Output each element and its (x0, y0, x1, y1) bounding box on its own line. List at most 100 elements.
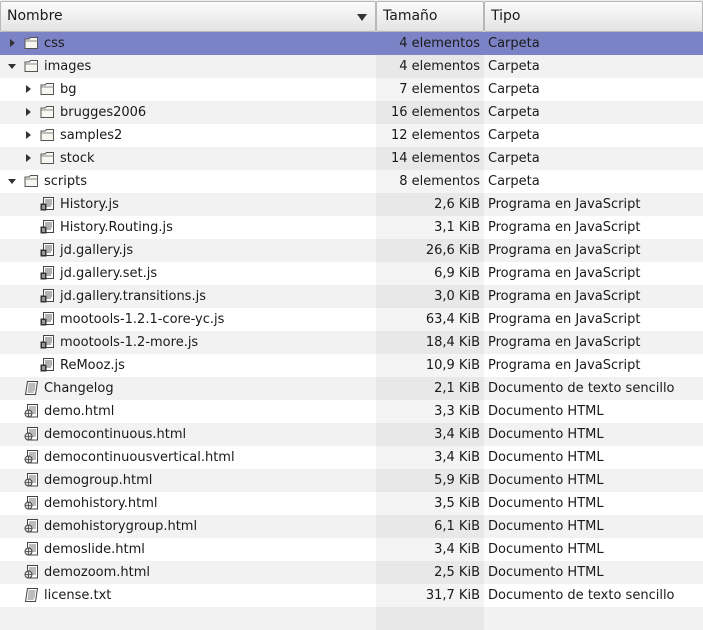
empty-row (0, 607, 703, 630)
file-size: 10,9 KiB (425, 358, 480, 373)
folder-row[interactable]: images 4 elementos Carpeta (0, 55, 703, 78)
folder-row[interactable]: css 4 elementos Carpeta (0, 32, 703, 55)
file-row[interactable]: license.txt 31,7 KiB Documento de texto se… (0, 584, 703, 607)
file-name: demozoom.html (44, 565, 151, 580)
file-name: History.Routing.js (60, 220, 173, 235)
folder-icon (40, 82, 55, 96)
column-header-name[interactable]: Nombre (0, 1, 376, 32)
size-cell: 3,0 KiB (376, 285, 484, 308)
name-cell: license.txt (0, 584, 376, 607)
file-name: css (44, 36, 65, 51)
file-name: mootools-1.2-more.js (60, 335, 199, 350)
expander-collapsed-icon[interactable] (26, 154, 31, 162)
folder-row[interactable]: brugges2006 16 elementos Carpeta (0, 101, 703, 124)
folder-row[interactable]: bg 7 elementos Carpeta (0, 78, 703, 101)
file-row[interactable]: jd.gallery.set.js 6,9 KiB Programa en Java… (0, 262, 703, 285)
expander-expanded-icon[interactable] (8, 64, 16, 69)
file-size: 2,6 KiB (434, 197, 480, 212)
file-type: Programa en JavaScript (488, 335, 641, 350)
column-header-name-label: Nombre (7, 8, 63, 24)
file-row[interactable]: Changelog 2,1 KiB Documento de texto senci… (0, 377, 703, 400)
text-file-icon (24, 381, 39, 395)
size-cell: 10,9 KiB (376, 354, 484, 377)
file-row[interactable]: ReMooz.js 10,9 KiB Programa en JavaScript (0, 354, 703, 377)
size-cell: 31,7 KiB (376, 584, 484, 607)
file-size: 5,9 KiB (434, 473, 480, 488)
file-type: Documento de texto sencillo (488, 381, 675, 396)
javascript-file-icon (40, 266, 55, 280)
file-name: ReMooz.js (60, 358, 125, 373)
javascript-file-icon (40, 197, 55, 211)
expander-collapsed-icon[interactable] (26, 85, 31, 93)
file-row[interactable]: democontinuous.html 3,4 KiB Documento HTML (0, 423, 703, 446)
file-type: Documento HTML (488, 404, 604, 419)
file-size: 31,7 KiB (425, 588, 480, 603)
file-type: Documento de texto sencillo (488, 588, 675, 603)
file-row[interactable]: jd.gallery.js 26,6 KiB Programa en JavaScr… (0, 239, 703, 262)
name-cell: images (0, 55, 376, 78)
file-name: jd.gallery.js (60, 243, 134, 258)
type-cell: Programa en JavaScript (484, 193, 703, 216)
type-cell: Carpeta (484, 147, 703, 170)
type-cell: Documento HTML (484, 469, 703, 492)
file-name: scripts (44, 174, 87, 189)
name-cell: demo.html (0, 400, 376, 423)
expander-collapsed-icon[interactable] (26, 131, 31, 139)
name-cell: css (0, 32, 376, 55)
file-type: Programa en JavaScript (488, 289, 641, 304)
name-cell: jd.gallery.transitions.js (0, 285, 376, 308)
file-name: demoslide.html (44, 542, 145, 557)
javascript-file-icon (40, 358, 55, 372)
size-cell: 3,4 KiB (376, 446, 484, 469)
type-cell: Documento HTML (484, 400, 703, 423)
expander-collapsed-icon[interactable] (26, 108, 31, 116)
file-row[interactable]: mootools-1.2.1-core-yc.js 63,4 KiB Program… (0, 308, 703, 331)
size-cell: 3,1 KiB (376, 216, 484, 239)
file-row[interactable]: demohistorygroup.html 6,1 KiB Documento HT… (0, 515, 703, 538)
file-size: 3,1 KiB (434, 220, 480, 235)
column-header-size[interactable]: Tamaño (376, 1, 484, 32)
size-cell: 7 elementos (376, 78, 484, 101)
file-row[interactable]: jd.gallery.transitions.js 3,0 KiB Programa… (0, 285, 703, 308)
file-size: 3,0 KiB (434, 289, 480, 304)
folder-row[interactable]: scripts 8 elementos Carpeta (0, 170, 703, 193)
file-row[interactable]: History.Routing.js 3,1 KiB Programa en Jav… (0, 216, 703, 239)
file-row[interactable]: History.js 2,6 KiB Programa en JavaScript (0, 193, 703, 216)
type-cell: Documento de texto sencillo (484, 377, 703, 400)
file-name: mootools-1.2.1-core-yc.js (60, 312, 225, 327)
column-header-type[interactable]: Tipo (484, 1, 703, 32)
file-row[interactable]: democontinuousvertical.html 3,4 KiB Docume… (0, 446, 703, 469)
type-cell: Programa en JavaScript (484, 331, 703, 354)
size-cell: 63,4 KiB (376, 308, 484, 331)
file-size: 6,1 KiB (434, 519, 480, 534)
file-name: demogroup.html (44, 473, 153, 488)
sort-descending-icon[interactable] (357, 14, 367, 21)
file-size: 2,1 KiB (434, 381, 480, 396)
file-type: Programa en JavaScript (488, 358, 641, 373)
name-cell: democontinuousvertical.html (0, 446, 376, 469)
file-row[interactable]: mootools-1.2-more.js 18,4 KiB Programa en … (0, 331, 703, 354)
file-type: Documento HTML (488, 565, 604, 580)
type-cell: Documento HTML (484, 446, 703, 469)
file-name: Changelog (44, 381, 114, 396)
size-cell: 5,9 KiB (376, 469, 484, 492)
type-cell: Documento HTML (484, 515, 703, 538)
file-row[interactable]: demoslide.html 3,4 KiB Documento HTML (0, 538, 703, 561)
file-size: 26,6 KiB (425, 243, 480, 258)
folder-row[interactable]: stock 14 elementos Carpeta (0, 147, 703, 170)
file-row[interactable]: demozoom.html 2,5 KiB Documento HTML (0, 561, 703, 584)
file-name: license.txt (44, 588, 112, 603)
column-header-size-label: Tamaño (383, 8, 438, 24)
size-cell: 3,4 KiB (376, 538, 484, 561)
size-cell: 26,6 KiB (376, 239, 484, 262)
file-row[interactable]: demohistory.html 3,5 KiB Documento HTML (0, 492, 703, 515)
file-name: jd.gallery.transitions.js (60, 289, 206, 304)
expander-expanded-icon[interactable] (8, 179, 16, 184)
file-size: 3,4 KiB (434, 450, 480, 465)
folder-row[interactable]: samples2 12 elementos Carpeta (0, 124, 703, 147)
type-cell: Programa en JavaScript (484, 308, 703, 331)
file-row[interactable]: demogroup.html 5,9 KiB Documento HTML (0, 469, 703, 492)
file-row[interactable]: demo.html 3,3 KiB Documento HTML (0, 400, 703, 423)
javascript-file-icon (40, 312, 55, 326)
expander-collapsed-icon[interactable] (10, 39, 15, 47)
